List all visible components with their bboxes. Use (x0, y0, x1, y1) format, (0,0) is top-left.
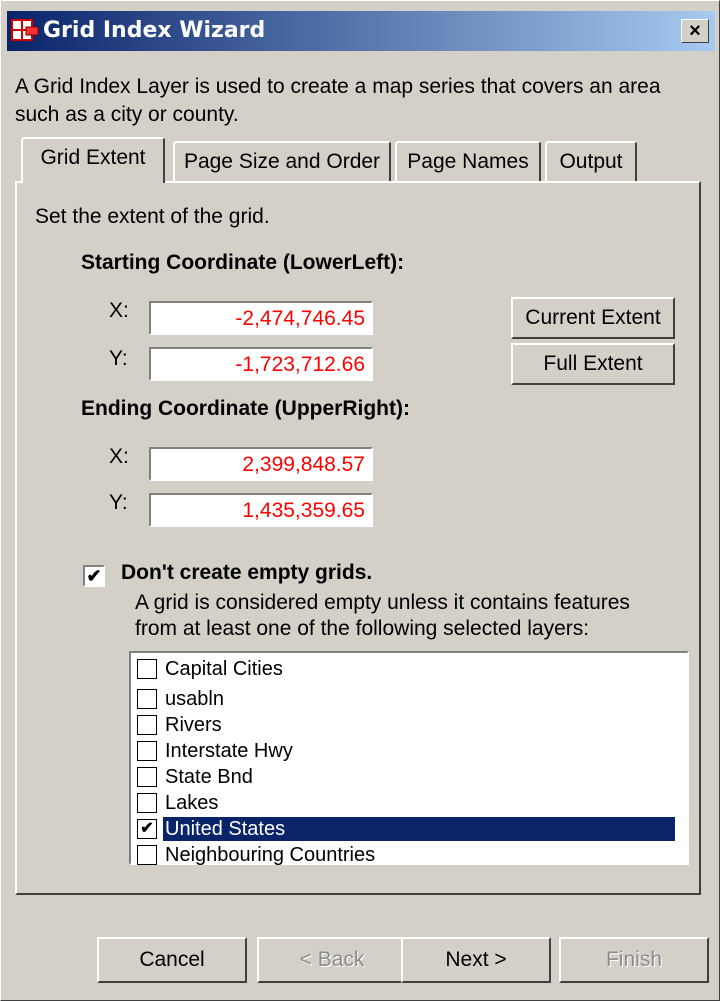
tab-page-names[interactable]: Page Names (395, 141, 541, 181)
empty-grids-checkbox[interactable]: ✔ (83, 565, 105, 587)
layer-checkbox[interactable] (137, 659, 157, 679)
start-y-label: Y: (109, 347, 128, 370)
empty-grids-label: Don't create empty grids. (121, 561, 373, 584)
checkmark-icon: ✔ (86, 566, 102, 586)
finish-button[interactable]: Finish (559, 937, 709, 983)
start-y-field[interactable]: -1,723,712.66 (149, 347, 373, 381)
back-button[interactable]: < Back (257, 937, 407, 983)
start-x-label: X: (109, 299, 129, 322)
title-bar[interactable]: Grid Index Wizard × (7, 11, 715, 51)
layer-checkbox[interactable]: ✔ (137, 819, 157, 839)
tab-output[interactable]: Output (545, 141, 637, 181)
end-x-field[interactable]: 2,399,848.57 (149, 447, 373, 481)
full-extent-button[interactable]: Full Extent (511, 343, 675, 385)
layer-label: Lakes (165, 792, 219, 814)
grid-index-wizard-window: Grid Index Wizard × A Grid Index Layer i… (0, 0, 720, 1001)
layer-label: Rivers (165, 714, 222, 736)
layer-label: Neighbouring Countries (165, 844, 376, 866)
layer-item-neighbouring-countries[interactable]: Neighbouring Countries (137, 841, 677, 871)
end-y-label: Y: (109, 491, 128, 514)
end-x-label: X: (109, 445, 129, 468)
close-button[interactable]: × (681, 19, 709, 43)
starting-coordinate-heading: Starting Coordinate (LowerLeft): (81, 251, 405, 274)
panel-instruction: Set the extent of the grid. (35, 205, 270, 228)
tab-page-size-and-order[interactable]: Page Size and Order (173, 141, 391, 181)
checkmark-icon: ✔ (140, 820, 154, 837)
empty-grids-description-2: from at least one of the following selec… (135, 617, 590, 640)
grid-index-icon (11, 19, 39, 41)
window-title: Grid Index Wizard (43, 18, 266, 43)
layer-checkbox[interactable] (137, 715, 157, 735)
layer-label: usabln (165, 688, 224, 710)
layer-label: State Bnd (165, 766, 253, 788)
tab-grid-extent[interactable]: Grid Extent (21, 137, 165, 183)
grid-extent-panel: Set the extent of the grid. Starting Coo… (15, 181, 701, 895)
layer-checkbox[interactable] (137, 793, 157, 813)
empty-grids-description-1: A grid is considered empty unless it con… (135, 591, 630, 614)
next-button[interactable]: Next > (401, 937, 551, 983)
end-y-field[interactable]: 1,435,359.65 (149, 493, 373, 527)
layer-checkbox[interactable] (137, 845, 157, 865)
ending-coordinate-heading: Ending Coordinate (UpperRight): (81, 397, 410, 420)
layer-item-capital-cities[interactable]: Capital Cities (137, 655, 677, 685)
layers-listbox[interactable]: Capital Cities usabln Rivers Interstate … (129, 651, 689, 866)
intro-text: A Grid Index Layer is used to create a m… (15, 75, 661, 126)
current-extent-button[interactable]: Current Extent (511, 297, 675, 339)
layer-checkbox[interactable] (137, 741, 157, 761)
layer-checkbox[interactable] (137, 689, 157, 709)
layer-label: Capital Cities (165, 658, 283, 680)
layer-checkbox[interactable] (137, 767, 157, 787)
start-x-field[interactable]: -2,474,746.45 (149, 301, 373, 335)
cancel-button[interactable]: Cancel (97, 937, 247, 983)
layer-label: United States (163, 817, 675, 841)
layer-label: Interstate Hwy (165, 740, 293, 762)
